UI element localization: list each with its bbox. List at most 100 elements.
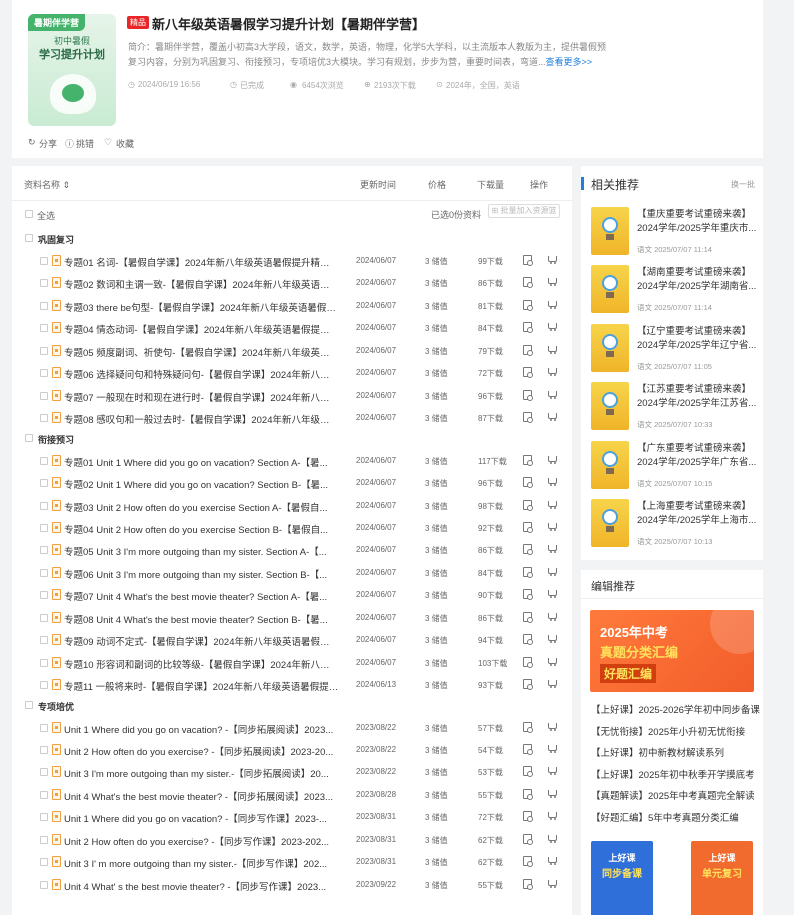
cart-icon[interactable] xyxy=(548,634,559,644)
table-row[interactable]: Unit 1 Where did you go on vacation? -【同… xyxy=(12,717,572,739)
related-thumbnail[interactable] xyxy=(591,440,629,489)
section-checkbox[interactable] xyxy=(25,700,33,709)
file-name[interactable]: Unit 3 I'm more outgoing than my sister.… xyxy=(64,766,339,780)
table-row[interactable]: 专题05 频度副词、祈使句-【暑假自学课】2024年新八年级英语暑... 2024… xyxy=(12,340,572,362)
cart-icon[interactable] xyxy=(548,544,559,554)
related-item-title[interactable]: 【广东重要考试重磅来袭】2024学年/2025学年广东省... xyxy=(637,442,757,470)
share-icon[interactable]: ↻ xyxy=(28,137,36,148)
row-checkbox[interactable] xyxy=(40,768,48,777)
file-name[interactable]: Unit 1 Where did you go on vacation? -【同… xyxy=(64,722,339,736)
file-name[interactable]: 专题09 动词不定式-【暑假自学课】2024年新八年级英语暑假提升... xyxy=(64,634,339,648)
table-row[interactable]: 专题07 一般现在时和现在进行时-【暑假自学课】2024年新八年级... 2024… xyxy=(12,385,572,407)
cart-icon[interactable] xyxy=(548,522,559,532)
table-row[interactable]: 专题06 选择疑问句和特殊疑问句-【暑假自学课】2024年新八年级... 2024… xyxy=(12,362,572,384)
table-row[interactable]: Unit 4 What' s the best movie theater? -… xyxy=(12,874,572,896)
row-checkbox[interactable] xyxy=(40,835,48,844)
batch-add-basket-button[interactable]: ⊞ 批量加入资源篮 xyxy=(488,204,560,218)
preview-icon[interactable] xyxy=(523,344,533,356)
file-name[interactable]: 专题05 Unit 3 I'm more outgoing than my si… xyxy=(64,544,339,558)
related-item-title[interactable]: 【江苏重要考试重磅来袭】2024学年/2025学年江苏省... xyxy=(637,383,757,411)
table-row[interactable]: 专题05 Unit 3 I'm more outgoing than my si… xyxy=(12,539,572,561)
table-row[interactable]: Unit 4 What's the best movie theater? -【… xyxy=(12,784,572,806)
table-row[interactable]: 专题10 形容词和副词的比较等级-【暑假自学课】2024年新八年级... 2024… xyxy=(12,652,572,674)
cart-icon[interactable] xyxy=(548,390,559,400)
section-checkbox[interactable] xyxy=(25,234,33,242)
file-name[interactable]: 专题03 Unit 2 How often do you exercise Se… xyxy=(64,500,339,514)
file-name[interactable]: Unit 4 What' s the best movie theater? -… xyxy=(64,879,339,893)
editor-link[interactable]: 【真题解读】2025年中考真题完全解读 xyxy=(591,788,755,802)
cart-icon[interactable] xyxy=(548,744,559,754)
preview-icon[interactable] xyxy=(523,477,533,489)
table-row[interactable]: Unit 2 How often do you exercise? -【同步拓展… xyxy=(12,739,572,761)
row-checkbox[interactable] xyxy=(40,636,48,645)
cart-icon[interactable] xyxy=(548,789,559,799)
preview-icon[interactable] xyxy=(523,878,533,890)
row-checkbox[interactable] xyxy=(40,279,48,288)
cart-icon[interactable] xyxy=(548,766,559,776)
row-checkbox[interactable] xyxy=(40,858,48,867)
editor-link[interactable]: 【上好课】2025年初中秋季开学摸底考 xyxy=(591,767,755,781)
row-checkbox[interactable] xyxy=(40,613,48,622)
file-name[interactable]: 专题07 Unit 4 What's the best movie theate… xyxy=(64,589,339,603)
cart-icon[interactable] xyxy=(548,657,559,667)
preview-icon[interactable] xyxy=(523,679,533,691)
table-row[interactable]: 专题01 名词-【暑假自学课】2024年新八年级英语暑假提升精品讲... 2024… xyxy=(12,250,572,272)
related-thumbnail[interactable] xyxy=(591,323,629,372)
table-row[interactable]: 专题03 there be句型-【暑假自学课】2024年新八年级英语暑假提...… xyxy=(12,295,572,317)
related-thumbnail[interactable] xyxy=(591,265,629,314)
row-checkbox[interactable] xyxy=(40,790,48,799)
row-checkbox[interactable] xyxy=(40,681,48,690)
sort-icon[interactable]: ⇕ xyxy=(60,180,71,190)
table-row[interactable]: 专题02 数词和主谓一致-【暑假自学课】2024年新八年级英语暑假... 2024… xyxy=(12,272,572,294)
cart-icon[interactable] xyxy=(548,856,559,866)
table-row[interactable]: 专题07 Unit 4 What's the best movie theate… xyxy=(12,584,572,606)
row-checkbox[interactable] xyxy=(40,324,48,333)
related-item-title[interactable]: 【湖南重要考试重磅来袭】2024学年/2025学年湖南省... xyxy=(637,266,757,294)
report-icon[interactable]: ⓘ xyxy=(65,137,74,150)
table-row[interactable]: Unit 1 Where did you go on vacation? -【同… xyxy=(12,806,572,828)
file-name[interactable]: Unit 2 How often do you exercise? -【同步拓展… xyxy=(64,744,339,758)
file-name[interactable]: 专题07 一般现在时和现在进行时-【暑假自学课】2024年新八年级... xyxy=(64,390,339,404)
file-name[interactable]: 专题05 频度副词、祈使句-【暑假自学课】2024年新八年级英语暑... xyxy=(64,345,339,359)
file-name[interactable]: Unit 2 How often do you exercise? -【同步写作… xyxy=(64,834,339,848)
exam-banner[interactable]: 2025年中考 真题分类汇编 好题汇编 xyxy=(590,610,754,692)
product-cover[interactable]: 暑期伴学营 初中暑假 学习提升计划 xyxy=(28,14,116,126)
cart-icon[interactable] xyxy=(548,589,559,599)
related-item-title[interactable]: 【重庆重要考试重磅来袭】2024学年/2025学年重庆市... xyxy=(637,208,757,236)
row-checkbox[interactable] xyxy=(40,723,48,732)
cart-icon[interactable] xyxy=(548,345,559,355)
preview-icon[interactable] xyxy=(523,634,533,646)
cart-icon[interactable] xyxy=(548,500,559,510)
file-name[interactable]: 专题04 Unit 2 How often do you exercise Se… xyxy=(64,522,339,536)
table-row[interactable]: 专题03 Unit 2 How often do you exercise Se… xyxy=(12,495,572,517)
related-item-title[interactable]: 【辽宁重要考试重磅来袭】2024学年/2025学年辽宁省... xyxy=(637,325,757,353)
row-checkbox[interactable] xyxy=(40,880,48,889)
row-checkbox[interactable] xyxy=(40,391,48,400)
file-name[interactable]: Unit 4 What's the best movie theater? -【… xyxy=(64,789,339,803)
cart-icon[interactable] xyxy=(548,567,559,577)
table-row[interactable]: Unit 3 I' m more outgoing than my sister… xyxy=(12,851,572,873)
share-button[interactable]: 分享 xyxy=(39,137,57,150)
cart-icon[interactable] xyxy=(548,612,559,622)
file-name[interactable]: 专题10 形容词和副词的比较等级-【暑假自学课】2024年新八年级... xyxy=(64,657,339,671)
row-checkbox[interactable] xyxy=(40,568,48,577)
cart-icon[interactable] xyxy=(548,322,559,332)
file-name[interactable]: 专题06 Unit 3 I'm more outgoing than my si… xyxy=(64,567,339,581)
file-name[interactable]: 专题01 名词-【暑假自学课】2024年新八年级英语暑假提升精品讲... xyxy=(64,255,339,269)
preview-icon[interactable] xyxy=(523,499,533,511)
file-name[interactable]: 专题08 感叹句和一般过去时-【暑假自学课】2024年新八年级英语... xyxy=(64,412,339,426)
table-row[interactable]: 专题01 Unit 1 Where did you go on vacation… xyxy=(12,450,572,472)
table-row[interactable]: 专题04 情态动词-【暑假自学课】2024年新八年级英语暑假提升精... 2024… xyxy=(12,317,572,339)
preview-icon[interactable] xyxy=(523,322,533,334)
preview-icon[interactable] xyxy=(523,367,533,379)
cart-icon[interactable] xyxy=(548,834,559,844)
file-name[interactable]: 专题02 数词和主谓一致-【暑假自学课】2024年新八年级英语暑假... xyxy=(64,277,339,291)
related-thumbnail[interactable] xyxy=(591,499,629,547)
editor-link[interactable]: 【好题汇编】5年中考真题分类汇编 xyxy=(591,810,739,824)
editor-link[interactable]: 【上好课】2025-2026学年初中同步备课 xyxy=(591,702,760,716)
preview-icon[interactable] xyxy=(523,566,533,578)
file-name[interactable]: 专题03 there be句型-【暑假自学课】2024年新八年级英语暑假提... xyxy=(64,300,339,314)
preview-icon[interactable] xyxy=(523,544,533,556)
preview-icon[interactable] xyxy=(523,611,533,623)
row-checkbox[interactable] xyxy=(40,257,48,265)
